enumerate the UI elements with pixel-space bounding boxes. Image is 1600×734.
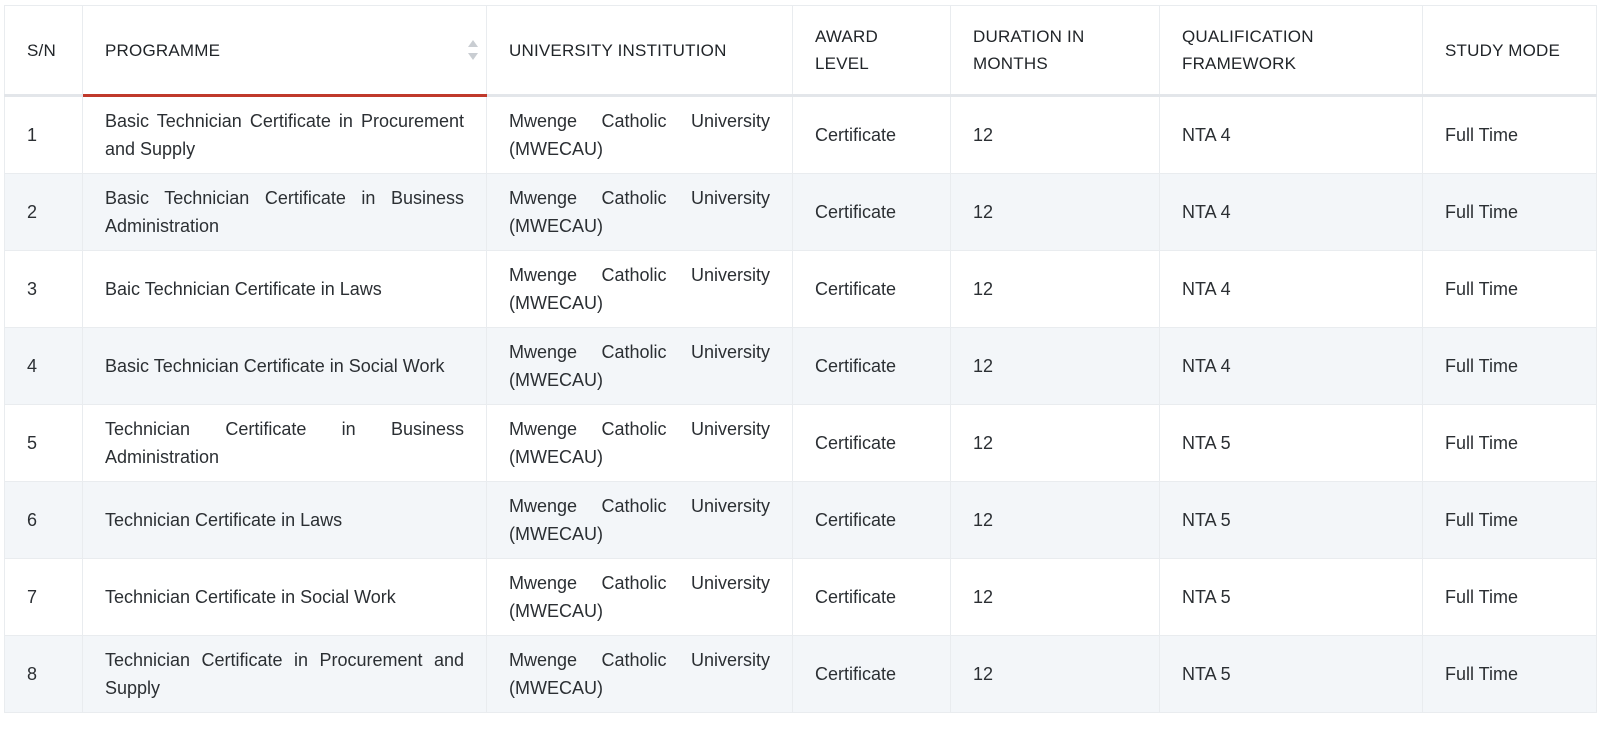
table-row: 6 Technician Certificate in Laws Mwenge … [4, 481, 1597, 559]
cell-study-mode: Full Time [1422, 481, 1597, 559]
cell-qualification: NTA 5 [1159, 635, 1423, 713]
cell-study-mode: Full Time [1422, 327, 1597, 405]
cell-duration: 12 [950, 250, 1160, 328]
cell-study-mode: Full Time [1422, 404, 1597, 482]
cell-sn: 1 [4, 95, 83, 174]
cell-qualification: NTA 5 [1159, 481, 1423, 559]
cell-award-level: Certificate [792, 404, 951, 482]
cell-duration: 12 [950, 95, 1160, 174]
cell-institution: Mwenge Catholic University (MWECAU) [486, 635, 793, 713]
table-row: 2 Basic Technician Certificate in Busine… [4, 173, 1597, 251]
table-body: 1 Basic Technician Certificate in Procur… [4, 95, 1597, 713]
programmes-table-container: S/N PROGRAMME UNIVERSITY INSTITUTION AWA… [4, 5, 1597, 713]
header-programme[interactable]: PROGRAMME [82, 5, 487, 97]
cell-sn: 3 [4, 250, 83, 328]
cell-duration: 12 [950, 327, 1160, 405]
cell-study-mode: Full Time [1422, 558, 1597, 636]
cell-institution: Mwenge Catholic University (MWECAU) [486, 404, 793, 482]
table-row: 1 Basic Technician Certificate in Procur… [4, 95, 1597, 174]
cell-sn: 8 [4, 635, 83, 713]
header-label: UNIVERSITY INSTITUTION [509, 40, 727, 60]
header-award-level[interactable]: AWARD LEVEL [792, 5, 951, 97]
header-label: S/N [27, 40, 56, 60]
cell-programme: Technician Certificate in Laws [82, 481, 487, 559]
cell-sn: 7 [4, 558, 83, 636]
cell-programme: Technician Certificate in Procurement an… [82, 635, 487, 713]
cell-award-level: Certificate [792, 327, 951, 405]
cell-award-level: Certificate [792, 558, 951, 636]
cell-institution: Mwenge Catholic University (MWECAU) [486, 173, 793, 251]
cell-institution: Mwenge Catholic University (MWECAU) [486, 250, 793, 328]
cell-institution: Mwenge Catholic University (MWECAU) [486, 558, 793, 636]
cell-study-mode: Full Time [1422, 173, 1597, 251]
header-duration[interactable]: DURATION IN MONTHS [950, 5, 1160, 97]
table-row: 3 Baic Technician Certificate in Laws Mw… [4, 250, 1597, 328]
cell-qualification: NTA 5 [1159, 558, 1423, 636]
header-university-institution[interactable]: UNIVERSITY INSTITUTION [486, 5, 793, 97]
header-label: QUALIFICATION FRAMEWORK [1182, 27, 1314, 73]
cell-sn: 6 [4, 481, 83, 559]
table-row: 4 Basic Technician Certificate in Social… [4, 327, 1597, 405]
header-row: S/N PROGRAMME UNIVERSITY INSTITUTION AWA… [4, 5, 1597, 97]
cell-qualification: NTA 4 [1159, 95, 1423, 174]
cell-qualification: NTA 4 [1159, 250, 1423, 328]
header-sn[interactable]: S/N [4, 5, 83, 97]
cell-duration: 12 [950, 404, 1160, 482]
cell-duration: 12 [950, 558, 1160, 636]
header-label: AWARD LEVEL [815, 27, 879, 73]
cell-programme: Basic Technician Certificate in Business… [82, 173, 487, 251]
cell-sn: 5 [4, 404, 83, 482]
cell-duration: 12 [950, 481, 1160, 559]
cell-award-level: Certificate [792, 481, 951, 559]
cell-institution: Mwenge Catholic University (MWECAU) [486, 481, 793, 559]
cell-sn: 4 [4, 327, 83, 405]
cell-award-level: Certificate [792, 173, 951, 251]
cell-programme: Technician Certificate in Business Admin… [82, 404, 487, 482]
cell-qualification: NTA 4 [1159, 173, 1423, 251]
cell-programme: Basic Technician Certificate in Social W… [82, 327, 487, 405]
header-qualification-framework[interactable]: QUALIFICATION FRAMEWORK [1159, 5, 1423, 97]
cell-award-level: Certificate [792, 250, 951, 328]
table-row: 5 Technician Certificate in Business Adm… [4, 404, 1597, 482]
cell-duration: 12 [950, 635, 1160, 713]
header-label: PROGRAMME [105, 40, 221, 60]
cell-study-mode: Full Time [1422, 250, 1597, 328]
cell-study-mode: Full Time [1422, 635, 1597, 713]
header-label: STUDY MODE [1445, 40, 1561, 60]
cell-award-level: Certificate [792, 95, 951, 174]
cell-duration: 12 [950, 173, 1160, 251]
cell-award-level: Certificate [792, 635, 951, 713]
cell-sn: 2 [4, 173, 83, 251]
cell-programme: Basic Technician Certificate in Procurem… [82, 95, 487, 174]
cell-programme: Baic Technician Certificate in Laws [82, 250, 487, 328]
header-label: DURATION IN MONTHS [973, 27, 1085, 73]
programmes-table: S/N PROGRAMME UNIVERSITY INSTITUTION AWA… [4, 5, 1597, 713]
table-row: 8 Technician Certificate in Procurement … [4, 635, 1597, 713]
cell-programme: Technician Certificate in Social Work [82, 558, 487, 636]
table-row: 7 Technician Certificate in Social Work … [4, 558, 1597, 636]
cell-qualification: NTA 5 [1159, 404, 1423, 482]
cell-study-mode: Full Time [1422, 95, 1597, 174]
cell-institution: Mwenge Catholic University (MWECAU) [486, 327, 793, 405]
cell-institution: Mwenge Catholic University (MWECAU) [486, 95, 793, 174]
cell-qualification: NTA 4 [1159, 327, 1423, 405]
table-header: S/N PROGRAMME UNIVERSITY INSTITUTION AWA… [4, 5, 1597, 97]
header-study-mode[interactable]: STUDY MODE [1422, 5, 1597, 97]
sort-icon[interactable] [468, 39, 478, 61]
